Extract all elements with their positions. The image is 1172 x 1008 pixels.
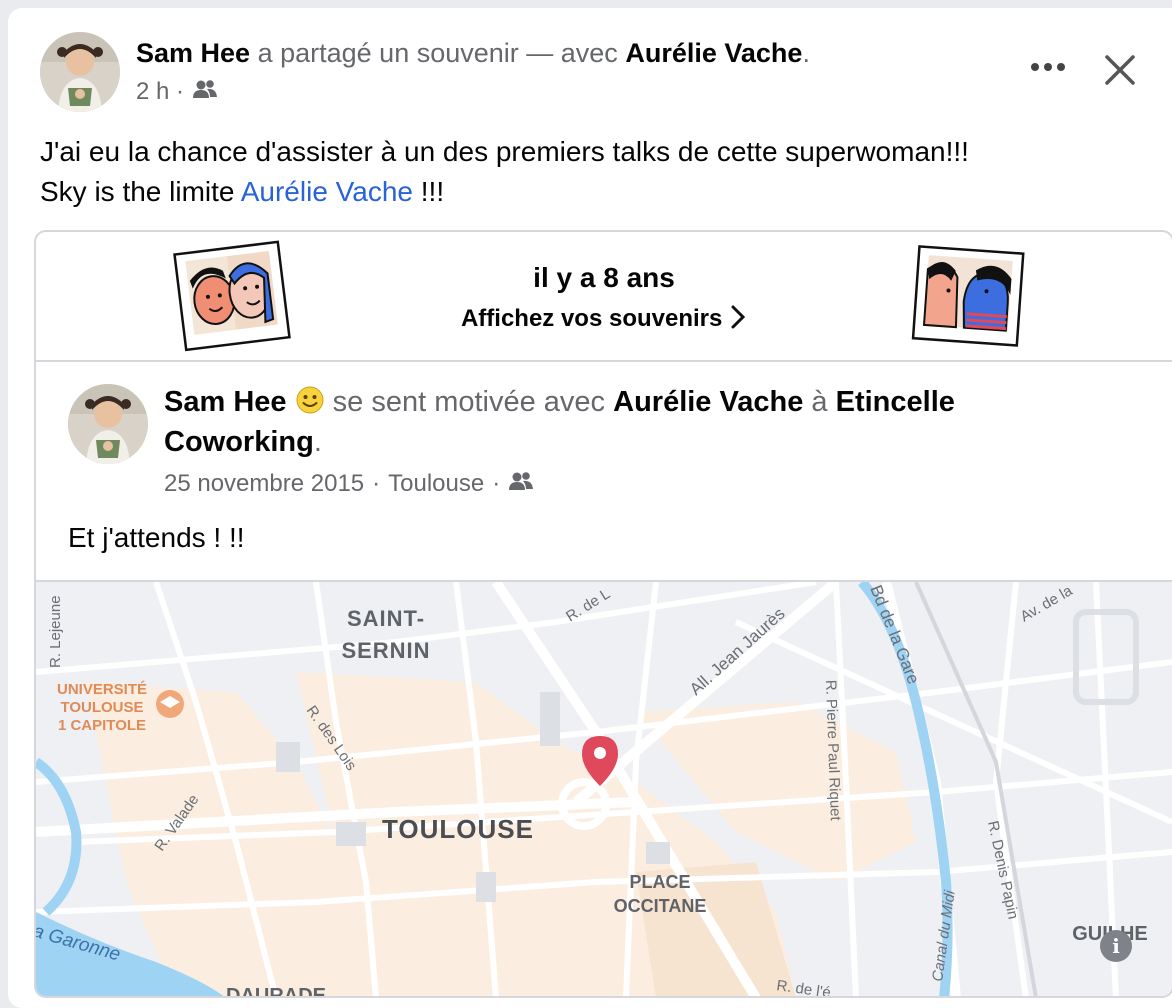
smile-emoji-icon	[295, 386, 333, 418]
location-map[interactable]: SAINT- SERNIN TOULOUSE PLACE OCCITANE GU…	[36, 578, 1172, 998]
post-meta: 2 h ·	[136, 78, 218, 106]
chevron-right-icon	[729, 305, 747, 332]
map-label-saint-sernin: SERNIN	[341, 638, 430, 663]
original-author-avatar[interactable]	[68, 384, 148, 464]
meta-separator: ·	[372, 470, 381, 497]
original-post-text: Et j'attends ! !!	[68, 522, 245, 553]
map-image: SAINT- SERNIN TOULOUSE PLACE OCCITANE GU…	[36, 578, 1172, 998]
message-suffix: !!!	[420, 176, 445, 207]
at-text: à	[811, 386, 828, 418]
post-message: J'ai eu la chance d'assister à un des pr…	[40, 132, 969, 212]
close-icon[interactable]	[1098, 48, 1142, 92]
message-line-2: Sky is the limite Aurélie Vache !!!	[40, 172, 969, 212]
avatar-image	[68, 384, 148, 464]
original-location[interactable]: Toulouse	[388, 470, 484, 498]
friends-illustration-right	[911, 245, 1025, 347]
friends-icon	[508, 470, 534, 498]
message-prefix: Sky is the limite	[40, 176, 235, 207]
shared-memory-card: il y a 8 ans Affichez vos souvenirs Sam …	[34, 230, 1172, 998]
original-post-header: Sam Hee se sent motivée avec Aurélie Vac…	[164, 382, 1064, 462]
message-line-1: J'ai eu la chance d'assister à un des pr…	[40, 136, 969, 167]
message-mention-link[interactable]: Aurélie Vache	[241, 176, 413, 207]
see-memories-link[interactable]: Affichez vos souvenirs	[461, 305, 722, 332]
author-name[interactable]: Sam Hee	[136, 38, 250, 68]
map-label-place-occitane: OCCITANE	[614, 896, 707, 916]
original-tagged-user[interactable]: Aurélie Vache	[613, 386, 803, 418]
memory-post: Sam Hee a partagé un souvenir — avec Aur…	[8, 8, 1172, 1008]
post-header: Sam Hee a partagé un souvenir — avec Aur…	[136, 38, 810, 69]
share-action: a partagé un souvenir — avec	[257, 38, 618, 68]
map-label-place-occitane: PLACE	[629, 872, 690, 892]
post-time[interactable]: 2 h ·	[136, 78, 184, 106]
original-author-name[interactable]: Sam Hee	[164, 386, 287, 418]
more-icon[interactable]	[1024, 52, 1072, 82]
info-icon[interactable]: i	[1100, 930, 1132, 962]
map-label-toulouse: TOULOUSE	[382, 814, 534, 844]
map-label-saint-sernin: SAINT-	[347, 606, 425, 631]
map-label-university: TOULOUSE	[60, 699, 143, 716]
original-header-period: .	[313, 426, 322, 458]
feeling-text: se sent motivée avec	[332, 386, 606, 418]
friends-illustration-left	[173, 240, 291, 352]
avatar-image	[40, 32, 120, 112]
header-period: .	[802, 38, 810, 68]
map-label-daurade: DAURADE	[226, 985, 326, 998]
author-avatar[interactable]	[40, 32, 120, 112]
friends-icon	[192, 78, 218, 106]
map-label-street: R. Lejeune	[47, 595, 64, 668]
tagged-user[interactable]: Aurélie Vache	[625, 38, 802, 68]
original-post-meta: 25 novembre 2015 · Toulouse ·	[164, 470, 534, 498]
map-label-university: UNIVERSITÉ	[57, 681, 147, 698]
map-label-university: 1 CAPITOLE	[58, 717, 146, 734]
meta-separator: ·	[492, 470, 501, 497]
info-glyph: i	[1112, 934, 1120, 958]
original-date[interactable]: 25 novembre 2015	[164, 470, 364, 498]
memory-banner[interactable]: il y a 8 ans Affichez vos souvenirs	[36, 232, 1172, 362]
